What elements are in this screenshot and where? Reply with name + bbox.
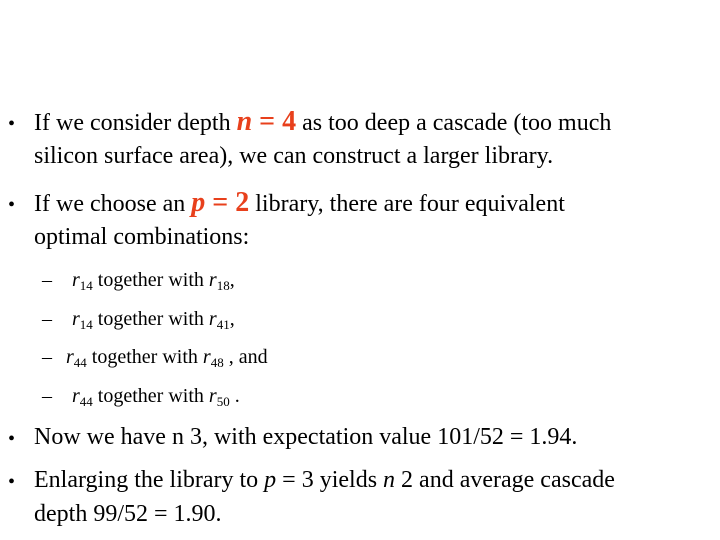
text: If we choose an bbox=[34, 191, 192, 217]
dash-marker: – bbox=[42, 385, 52, 407]
bullet-marker: • bbox=[8, 428, 16, 450]
text: If we consider depth bbox=[34, 110, 237, 136]
dash-marker: – bbox=[42, 308, 52, 330]
dash-marker: – bbox=[42, 346, 52, 368]
bullet-4-line-2: depth 99/52 = 1.90. bbox=[34, 501, 222, 527]
sub-item-1: r14 together with r18, bbox=[72, 269, 235, 293]
sub-item-2: r14 together with r41, bbox=[72, 308, 235, 332]
highlight-p-equals-2: p = 2 bbox=[191, 187, 250, 218]
dash-marker: – bbox=[42, 269, 52, 291]
bullet-2-line-1: If we choose an p = 2 library, there are… bbox=[34, 189, 565, 218]
bullet-marker: • bbox=[8, 113, 16, 135]
highlight-n-equals-4: n = 4 bbox=[236, 106, 297, 137]
bullet-3: Now we have n 3, with expectation value … bbox=[34, 424, 578, 450]
sub-item-4: r44 together with r50 . bbox=[72, 385, 240, 409]
text: library, there are four equivalent bbox=[249, 191, 565, 217]
sub-item-3: r44 together with r48 , and bbox=[66, 346, 268, 370]
text: as too deep a cascade (too much bbox=[296, 110, 612, 136]
bullet-marker: • bbox=[8, 471, 16, 493]
bullet-marker: • bbox=[8, 194, 16, 216]
bullet-1-line-2: silicon surface area), we can construct … bbox=[34, 143, 554, 169]
bullet-4-line-1: Enlarging the library to p = 3 yields n … bbox=[34, 467, 615, 493]
bullet-2-line-2: optimal combinations: bbox=[34, 224, 250, 250]
bullet-1-line-1: If we consider depth n = 4 as too deep a… bbox=[34, 108, 611, 137]
